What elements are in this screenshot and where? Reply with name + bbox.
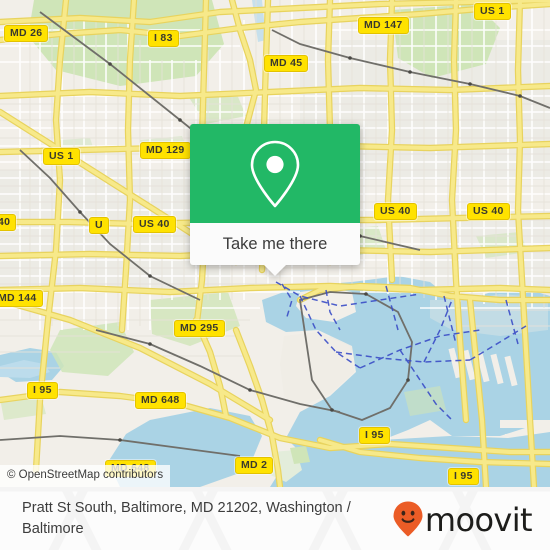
moovit-smiley-pin-icon <box>393 501 423 536</box>
footer-bar: Pratt St South, Baltimore, MD 21202, Was… <box>0 487 550 550</box>
route-shield: MD 144 <box>0 290 43 307</box>
route-shield: MD 45 <box>264 55 309 72</box>
route-shield: MD 295 <box>174 320 225 337</box>
moovit-logo[interactable]: moovit <box>392 500 540 538</box>
route-shield: MD 648 <box>135 392 186 409</box>
route-shield: US 40 <box>467 203 510 220</box>
route-shield: MD 26 <box>4 25 49 42</box>
osm-attribution[interactable]: © OpenStreetMap contributors <box>0 465 171 487</box>
route-shield: MD 129 <box>140 142 191 159</box>
route-shield: 40 <box>0 214 17 231</box>
route-shield: I 95 <box>27 382 58 399</box>
destination-popup[interactable]: Take me there <box>190 124 360 276</box>
moovit-map-screenshot: MD 26 I 83 MD 147 US 1 MD 45 US 1 MD 129 40 U US … <box>0 0 550 550</box>
route-shield: MD 147 <box>358 17 409 34</box>
popup-action-bar[interactable]: Take me there <box>190 223 360 265</box>
route-shield: MD 2 <box>235 457 274 474</box>
footer-content: Pratt St South, Baltimore, MD 21202, Was… <box>0 487 550 550</box>
popup-header <box>190 124 360 223</box>
route-shield: US 1 <box>474 3 511 20</box>
route-shield: US 1 <box>43 148 80 165</box>
map-canvas[interactable]: MD 26 I 83 MD 147 US 1 MD 45 US 1 MD 129 40 U US … <box>0 0 550 487</box>
route-shield: I 95 <box>448 468 479 485</box>
take-me-there-button[interactable]: Take me there <box>223 234 328 254</box>
route-shield: I 95 <box>359 427 390 444</box>
route-shield: US 40 <box>133 216 176 233</box>
route-shield: U <box>89 217 109 234</box>
popup-pointer-tail <box>264 265 286 276</box>
moovit-wordmark: moovit <box>424 500 533 539</box>
route-shield: I 83 <box>148 30 179 47</box>
location-address: Pratt St South, Baltimore, MD 21202, Was… <box>22 499 351 537</box>
map-pin-icon <box>250 140 300 207</box>
route-shield: US 40 <box>374 203 417 220</box>
